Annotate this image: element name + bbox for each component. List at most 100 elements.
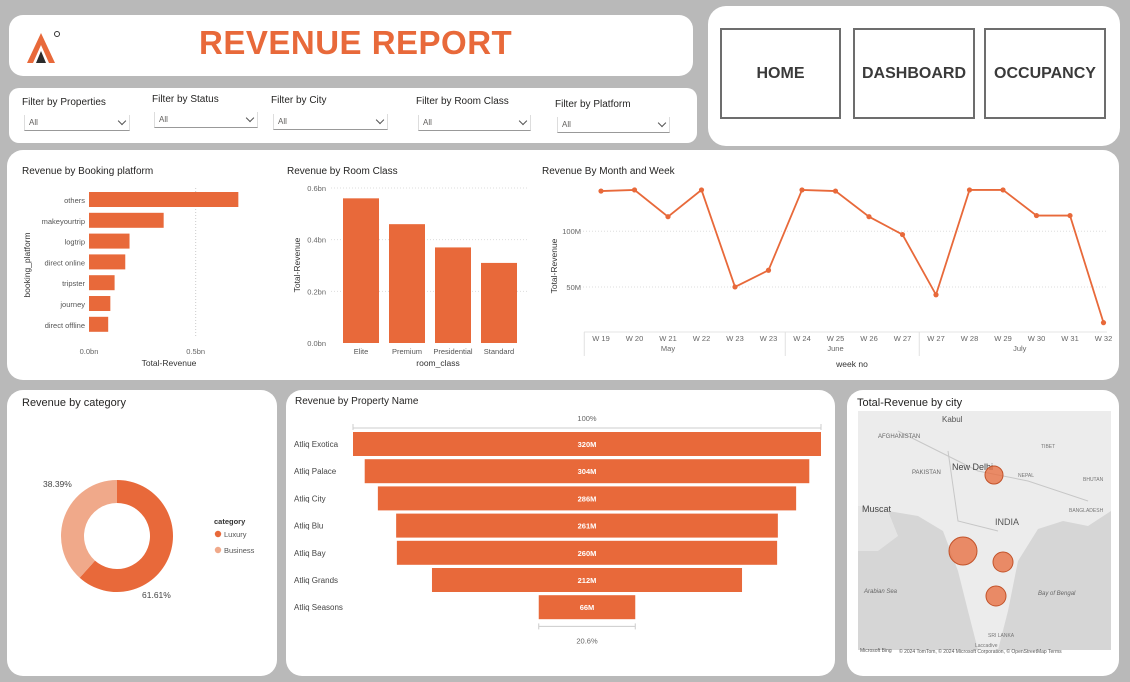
data-point <box>765 267 772 273</box>
data-point <box>866 214 872 220</box>
y-tick-label: 0.6bn <box>307 184 326 193</box>
bar <box>89 192 239 207</box>
funnel-category-label: Atliq Seasons <box>294 603 343 612</box>
map-label-tibet: TIBET <box>1041 444 1055 450</box>
data-point <box>832 188 839 194</box>
month-label: May <box>661 344 675 353</box>
city-revenue-map[interactable]: Kabul AFGHANISTAN TIBET PAKISTAN New Del… <box>858 411 1111 650</box>
map-label-muscat: Muscat <box>862 504 892 514</box>
legend-title: category <box>214 517 246 526</box>
x-tick-label: W 31 <box>1061 334 1079 343</box>
property-card: Revenue by Property Name 100% 320M Atliq E… <box>286 390 835 676</box>
bar <box>343 198 379 343</box>
legend-label: Business <box>224 546 255 555</box>
filter-platform-label: Filter by Platform <box>555 99 631 110</box>
filter-properties-dropdown[interactable]: All <box>24 115 130 131</box>
bar <box>89 212 164 228</box>
map-label-bhutan: BHUTAN <box>1083 477 1104 483</box>
x-tick-label: W 27 <box>894 334 912 343</box>
y-tick-label: 0.0bn <box>307 339 326 348</box>
funnel-value-label: 212M <box>578 576 597 585</box>
bar <box>389 224 425 343</box>
data-point <box>1000 187 1006 193</box>
occupancy-button[interactable]: OCCUPANCY <box>984 28 1106 119</box>
dashboard-button[interactable]: DASHBOARD <box>853 28 975 119</box>
chevron-down-icon <box>245 113 255 123</box>
property-chart-title: Revenue by Property Name <box>295 396 419 407</box>
city-bubble-mumbai[interactable] <box>948 536 978 566</box>
funnel-category-label: Atliq Palace <box>294 467 337 476</box>
funnel-value-label: 286M <box>578 494 597 503</box>
x-tick-label: Presidential <box>433 347 473 356</box>
data-point <box>732 284 738 290</box>
city-bubble-delhi[interactable] <box>984 465 1004 485</box>
filter-roomclass-dropdown[interactable]: All <box>418 115 531 131</box>
filter-status-dropdown[interactable]: All <box>154 112 258 128</box>
top-percent-label: 100% <box>577 414 597 423</box>
y-tick-label: 100M <box>562 227 581 236</box>
chevron-down-icon <box>518 116 528 126</box>
room-class-chart: 0.0bn 0.2bn 0.4bn 0.6bn Elite Premium Presiden… <box>292 184 528 368</box>
x-axis-title: Total-Revenue <box>142 358 197 368</box>
map-label-bangladesh: BANGLADESH <box>1069 508 1104 514</box>
x-tick-label: W 19 <box>592 334 610 343</box>
city-bubble-bangalore[interactable] <box>985 585 1007 607</box>
map-label-arabian-sea: Arabian Sea <box>863 589 898 595</box>
x-tick-label: W 21 <box>659 334 677 343</box>
bar <box>89 254 126 270</box>
bar <box>481 262 517 343</box>
funnel-value-label: 260M <box>578 549 597 558</box>
city-bubble-hyderabad[interactable] <box>992 551 1014 573</box>
bar-category-label: tripster <box>62 279 85 288</box>
map-label-afghanistan: AFGHANISTAN <box>878 434 920 440</box>
data-point <box>665 214 671 220</box>
home-button[interactable]: HOME <box>720 28 841 119</box>
bar-category-label: direct online <box>45 258 85 267</box>
x-tick-label: W 25 <box>827 334 845 343</box>
funnel-category-label: Atliq Bay <box>294 549 326 558</box>
x-tick-label: W 27 <box>927 334 945 343</box>
funnel-category-label: Atliq Blu <box>294 522 323 531</box>
x-tick-label: 0.0bn <box>80 347 99 356</box>
filter-platform-dropdown[interactable]: All <box>557 117 670 133</box>
x-axis-title: week no <box>835 359 868 369</box>
y-axis-title: Total-Revenue <box>549 238 559 293</box>
data-point <box>1100 320 1107 326</box>
month-week-line-chart: 50M 100M W 19 W 20 W 21 W 22 W 23 W 23 W 24 W 25 W… <box>549 187 1112 369</box>
map-label-sri-lanka: SRI LANKA <box>988 633 1015 639</box>
page-title: REVENUE REPORT <box>199 24 513 61</box>
month-label: June <box>827 344 843 353</box>
data-point <box>631 187 638 193</box>
x-tick-label: 0.5bn <box>186 347 205 356</box>
bar-category-label: journey <box>59 300 85 309</box>
funnel-value-label: 304M <box>578 467 597 476</box>
data-point <box>598 188 604 194</box>
donut-slice <box>60 480 117 578</box>
data-point <box>1033 212 1040 219</box>
funnel-value-label: 261M <box>578 522 597 531</box>
y-tick-label: 0.4bn <box>307 236 326 245</box>
filter-city-dropdown[interactable]: All <box>273 114 388 130</box>
booking-chart-title: Revenue by Booking platform <box>22 166 154 177</box>
x-tick-label: W 29 <box>994 334 1012 343</box>
x-tick-label: Elite <box>354 347 369 356</box>
filters-card: Filter by Properties All Filter by Statu… <box>9 88 697 143</box>
y-axis-title: booking_platform <box>22 232 32 297</box>
bar <box>435 247 471 343</box>
filter-status-label: Filter by Status <box>152 94 219 105</box>
funnel-category-label: Atliq Grands <box>294 576 338 585</box>
legend-marker <box>214 546 222 554</box>
bar-category-label: direct offline <box>45 321 85 330</box>
funnel-value-label: 66M <box>580 603 595 612</box>
filter-roomclass-label: Filter by Room Class <box>416 96 509 107</box>
bar <box>89 275 115 291</box>
x-tick-label: W 22 <box>693 334 711 343</box>
x-tick-label: W 30 <box>1028 334 1046 343</box>
map-title: Total-Revenue by city <box>857 397 963 409</box>
x-tick-label: W 24 <box>793 334 811 343</box>
x-tick-label: W 23 <box>726 334 744 343</box>
series-line <box>600 188 1105 323</box>
map-brand-logo: Microsoft Bing <box>860 648 892 654</box>
category-card: Revenue by category 61.61% 38.39% category… <box>7 390 277 676</box>
header-card: REVENUE REPORT <box>9 15 693 76</box>
